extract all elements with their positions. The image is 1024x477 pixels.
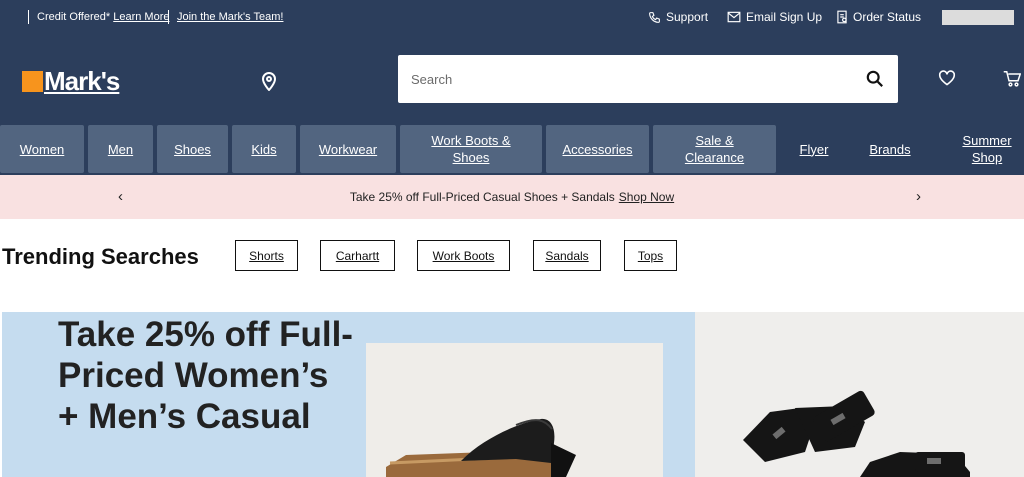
- envelope-icon: [727, 11, 741, 23]
- credit-offered-text: Credit Offered*: [37, 11, 111, 23]
- logo-text: Mark's: [44, 66, 120, 96]
- divider: [28, 10, 29, 24]
- email-signup-label: Email Sign Up: [746, 10, 823, 24]
- hero-banner[interactable]: Take 25% off Full-Priced Women’s + Men’s…: [2, 312, 695, 477]
- receipt-icon: [837, 10, 847, 24]
- trending-searches-heading: Trending Searches: [2, 244, 199, 269]
- trending-chip-carhartt[interactable]: Carhartt: [320, 240, 395, 271]
- search-icon[interactable]: [866, 70, 884, 93]
- phone-icon: [649, 11, 660, 23]
- location-pin-icon[interactable]: [261, 71, 277, 96]
- email-signup-link[interactable]: Email Sign Up: [727, 10, 822, 24]
- promo-text: Take 25% off Full-Priced Casual Shoes + …: [349, 190, 615, 204]
- utility-bar: Credit Offered* Learn More Join the Mark…: [0, 0, 1024, 35]
- nav-summer-shop[interactable]: Summer Shop: [954, 125, 1020, 173]
- nav-sale-clearance[interactable]: Sale & Clearance: [653, 125, 776, 173]
- learn-more-link[interactable]: Learn More: [113, 11, 169, 23]
- marks-logo[interactable]: Mark's: [22, 66, 120, 96]
- nav-brands[interactable]: Brands: [856, 125, 924, 173]
- order-status-label: Order Status: [853, 10, 922, 24]
- heart-icon[interactable]: [938, 70, 956, 91]
- logo-square: [22, 70, 43, 92]
- account-placeholder[interactable]: [942, 10, 1014, 25]
- nav-men[interactable]: Men: [88, 125, 153, 173]
- search-input[interactable]: [411, 55, 851, 103]
- trending-chip-work-boots[interactable]: Work Boots: [417, 240, 510, 271]
- nav-kids[interactable]: Kids: [232, 125, 296, 173]
- promo-message: Take 25% off Full-Priced Casual Shoes + …: [0, 190, 1024, 204]
- nav-women[interactable]: Women: [0, 125, 84, 173]
- credit-offer: Credit Offered* Learn More: [37, 11, 170, 23]
- trending-chip-sandals[interactable]: Sandals: [533, 240, 601, 271]
- trending-chip-tops[interactable]: Tops: [624, 240, 677, 271]
- order-status-link[interactable]: Order Status: [836, 10, 921, 24]
- shop-now-link[interactable]: Shop Now: [619, 190, 674, 204]
- hero-product-image-sandal: [366, 343, 663, 477]
- promo-banner: ‹ Take 25% off Full-Priced Casual Shoes …: [0, 175, 1024, 219]
- trending-chip-shorts[interactable]: Shorts: [235, 240, 298, 271]
- promo-next-arrow[interactable]: ›: [916, 188, 921, 205]
- divider: [168, 10, 169, 24]
- search-bar: [398, 55, 898, 103]
- nav-workwear[interactable]: Workwear: [300, 125, 396, 173]
- nav-accessories[interactable]: Accessories: [546, 125, 649, 173]
- join-team-link[interactable]: Join the Mark's Team!: [177, 11, 283, 23]
- hero-headline: Take 25% off Full-Priced Women’s + Men’s…: [58, 315, 353, 436]
- nav-work-boots-shoes[interactable]: Work Boots & Shoes: [400, 125, 542, 173]
- support-link[interactable]: Support: [648, 10, 708, 24]
- nav-shoes[interactable]: Shoes: [157, 125, 228, 173]
- hero-product-image-sport-sandal[interactable]: [695, 312, 1024, 477]
- cart-icon[interactable]: [1003, 70, 1022, 92]
- site-header: Mark's: [0, 35, 1024, 125]
- support-label: Support: [666, 10, 709, 24]
- nav-flyer[interactable]: Flyer: [784, 125, 844, 173]
